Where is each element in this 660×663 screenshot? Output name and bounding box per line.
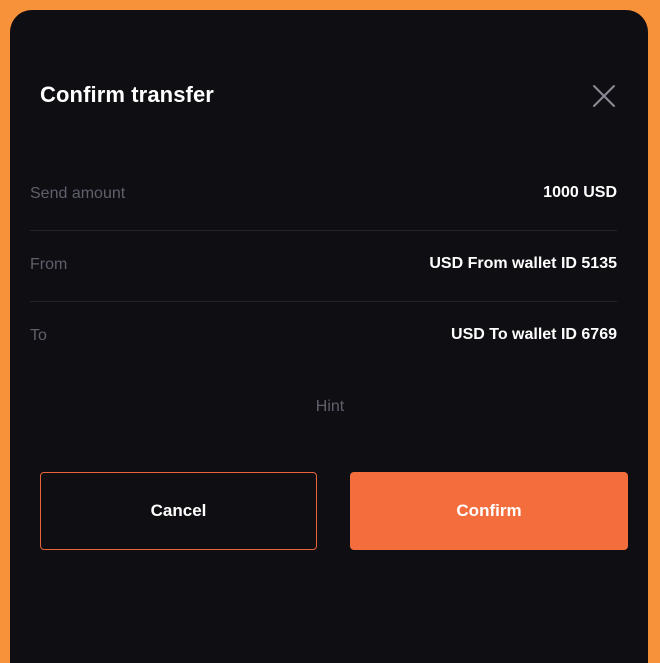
to-value: USD To wallet ID 6769 — [451, 326, 617, 343]
to-label: To — [30, 327, 47, 344]
hint-text: Hint — [315, 398, 345, 415]
detail-row-from: From USD From wallet ID 5135 — [30, 231, 617, 302]
send-amount-value: 1000 USD — [543, 184, 617, 201]
dialog-title: Confirm transfer — [40, 82, 214, 107]
cancel-button[interactable]: Cancel — [40, 472, 317, 550]
detail-row-send-amount: Send amount 1000 USD — [30, 160, 617, 231]
confirm-button[interactable]: Confirm — [350, 472, 628, 550]
send-amount-label: Send amount — [30, 185, 126, 202]
transfer-details: Send amount 1000 USD From USD From walle… — [30, 160, 617, 372]
from-value: USD From wallet ID 5135 — [429, 255, 617, 272]
detail-row-to: To USD To wallet ID 6769 — [30, 302, 617, 372]
close-icon — [593, 85, 615, 107]
from-label: From — [30, 256, 68, 273]
dialog-header: Confirm transfer — [40, 76, 620, 116]
close-button[interactable] — [588, 80, 620, 112]
